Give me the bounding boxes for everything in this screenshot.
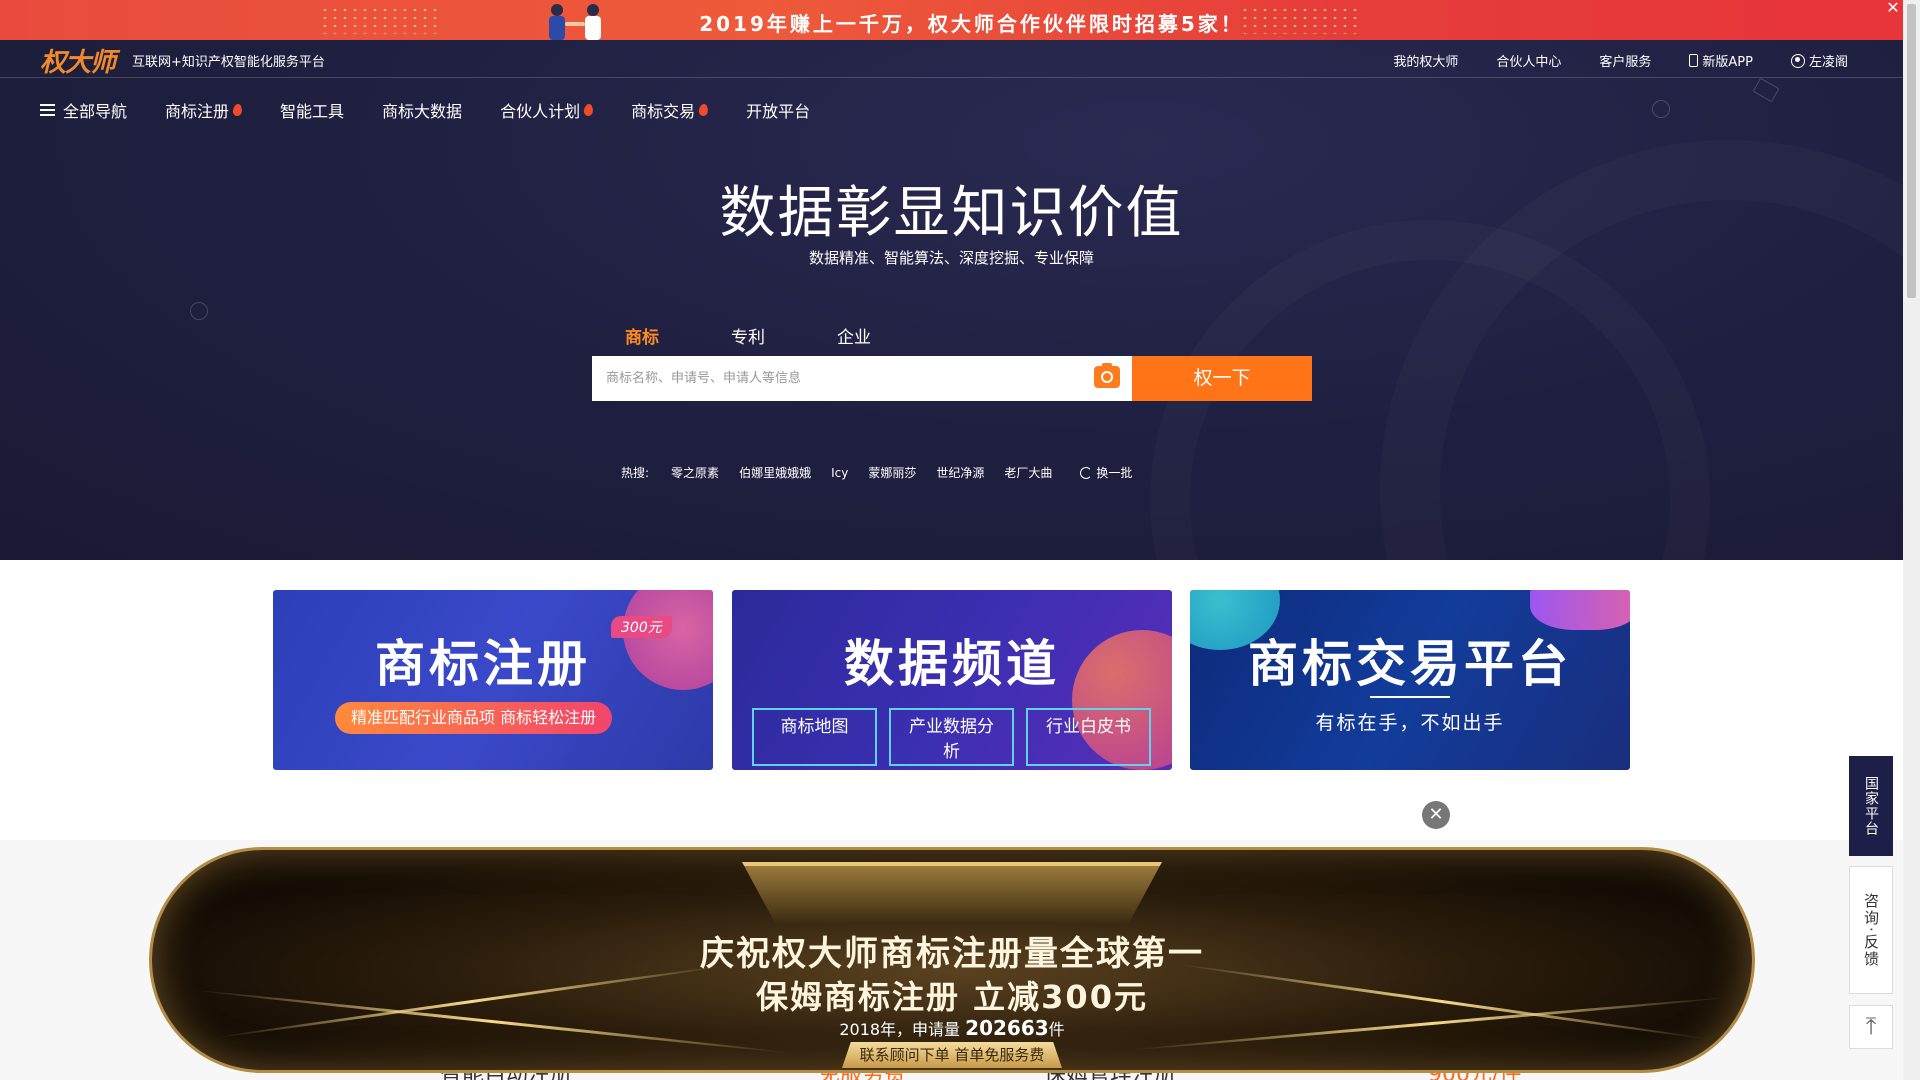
national-platform-button[interactable]: 国家平台: [1849, 756, 1893, 856]
tab-patent[interactable]: 专利: [731, 323, 837, 348]
promo-banner[interactable]: 2019年赚上一千万，权大师合作伙伴限时招募5家！ ✕: [0, 0, 1903, 40]
search-tabs: 商标 专利 企业: [625, 323, 943, 348]
tag-whitepaper[interactable]: 行业白皮书: [1026, 708, 1151, 766]
my-account-link[interactable]: 我的权大师: [1393, 51, 1458, 70]
nav-trademark-registration[interactable]: 商标注册: [165, 98, 243, 122]
tag-industry-analysis[interactable]: 产业数据分析: [889, 708, 1014, 766]
new-app-link[interactable]: 新版APP: [1689, 51, 1753, 70]
price-badge: 300元: [611, 616, 672, 638]
logo[interactable]: 权大师: [40, 42, 116, 79]
tab-trademark[interactable]: 商标: [625, 323, 731, 348]
back-to-top-icon[interactable]: ⤒: [1849, 1005, 1893, 1049]
scrollbar[interactable]: [1903, 0, 1920, 1080]
nav-trademark-trade[interactable]: 商标交易: [631, 98, 709, 122]
menu-icon: [40, 104, 55, 116]
card-title: 数据频道: [844, 635, 1060, 693]
partner-center-link[interactable]: 合伙人中心: [1496, 51, 1561, 70]
gold-line-2: 保姆商标注册 立减300元: [756, 978, 1148, 1016]
gold-line-1: 庆祝权大师商标注册量全球第一: [700, 934, 1204, 974]
ornament: [742, 862, 1162, 924]
hot-flame-icon: [232, 103, 243, 117]
user-link[interactable]: 左凌阁: [1790, 51, 1848, 70]
hero-subtitle: 数据精准、智能算法、深度挖掘、专业保障: [808, 249, 1094, 267]
nav-open-platform[interactable]: 开放平台: [746, 98, 810, 122]
hero-title: 数据彰显知识价值: [719, 181, 1184, 246]
main-nav: 全部导航 商标注册 智能工具 商标大数据 合伙人计划 商标交易 开放平台: [40, 98, 848, 122]
consult-feedback-button[interactable]: 咨询·反馈: [1849, 866, 1893, 994]
hot-item[interactable]: 老厂大曲: [1004, 464, 1052, 481]
hot-item[interactable]: 世纪净源: [936, 464, 984, 481]
contact-consultant-button[interactable]: 联系顾问下单 首单免服务费: [842, 1042, 1062, 1068]
hot-label: 热搜:: [621, 466, 650, 480]
nav-smart-tools[interactable]: 智能工具: [280, 98, 344, 122]
top-bar: 权大师 互联网+知识产权智能化服务平台 我的权大师 合伙人中心 客户服务 新版A…: [0, 40, 1903, 78]
close-banner-icon[interactable]: ✕: [1422, 801, 1450, 829]
hot-item[interactable]: 零之原素: [671, 464, 719, 481]
top-links: 我的权大师 合伙人中心 客户服务 新版APP 左凌阁: [1393, 51, 1848, 70]
hot-item[interactable]: 蒙娜丽莎: [868, 464, 916, 481]
hot-item[interactable]: 伯娜里娥娥娥: [739, 464, 811, 481]
nav-partner-plan[interactable]: 合伙人计划: [500, 98, 594, 122]
nav-trademark-bigdata[interactable]: 商标大数据: [382, 98, 462, 122]
search-input[interactable]: [592, 356, 1082, 401]
nav-all[interactable]: 全部导航: [40, 98, 127, 122]
hot-flame-icon: [698, 103, 709, 117]
hero-section: 权大师 互联网+知识产权智能化服务平台 我的权大师 合伙人中心 客户服务 新版A…: [0, 40, 1903, 560]
card-data-channel[interactable]: 数据频道 商标地图 产业数据分析 行业白皮书: [732, 590, 1172, 770]
hot-searches: 热搜: 零之原素 伯娜里娥娥娥 Icy 蒙娜丽莎 世纪净源 老厂大曲 换一批: [621, 464, 1132, 481]
hot-item[interactable]: Icy: [831, 466, 848, 480]
user-icon: [1790, 53, 1805, 68]
refresh-button[interactable]: 换一批: [1080, 464, 1132, 481]
data-tags: 商标地图 产业数据分析 行业白皮书: [752, 708, 1151, 766]
feature-cards: 商标注册 300元 精准匹配行业商品项 商标轻松注册 数据频道 商标地图 产业数…: [0, 560, 1903, 840]
card-trademark-trade[interactable]: 商标交易平台 有标在手，不如出手: [1190, 590, 1630, 770]
card-title: 商标交易平台: [1248, 635, 1572, 693]
tab-enterprise[interactable]: 企业: [837, 323, 943, 348]
tag-trademark-map[interactable]: 商标地图: [752, 708, 877, 766]
camera-icon[interactable]: [1094, 363, 1120, 388]
refresh-icon: [1080, 466, 1093, 479]
card-pill: 精准匹配行业商品项 商标轻松注册: [335, 702, 613, 734]
gold-promo-banner[interactable]: 庆祝权大师商标注册量全球第一 保姆商标注册 立减300元 2018年，申请量 2…: [152, 850, 1752, 1070]
slogan: 互联网+知识产权智能化服务平台: [132, 55, 325, 70]
search-box: [592, 356, 1132, 401]
promo-text: 2019年赚上一千万，权大师合作伙伴限时招募5家！: [699, 12, 1244, 36]
search-button[interactable]: 权一下: [1132, 356, 1312, 401]
scrollbar-thumb[interactable]: [1907, 4, 1916, 298]
card-trademark-registration[interactable]: 商标注册 300元 精准匹配行业商品项 商标轻松注册: [273, 590, 713, 770]
phone-icon: [1689, 54, 1699, 67]
customer-service-link[interactable]: 客户服务: [1599, 51, 1651, 70]
gold-line-3: 2018年，申请量 202663件: [839, 1016, 1065, 1040]
hot-flame-icon: [583, 103, 594, 117]
close-icon[interactable]: ✕: [1885, 0, 1901, 16]
card-subtitle: 有标在手，不如出手: [1315, 712, 1505, 734]
